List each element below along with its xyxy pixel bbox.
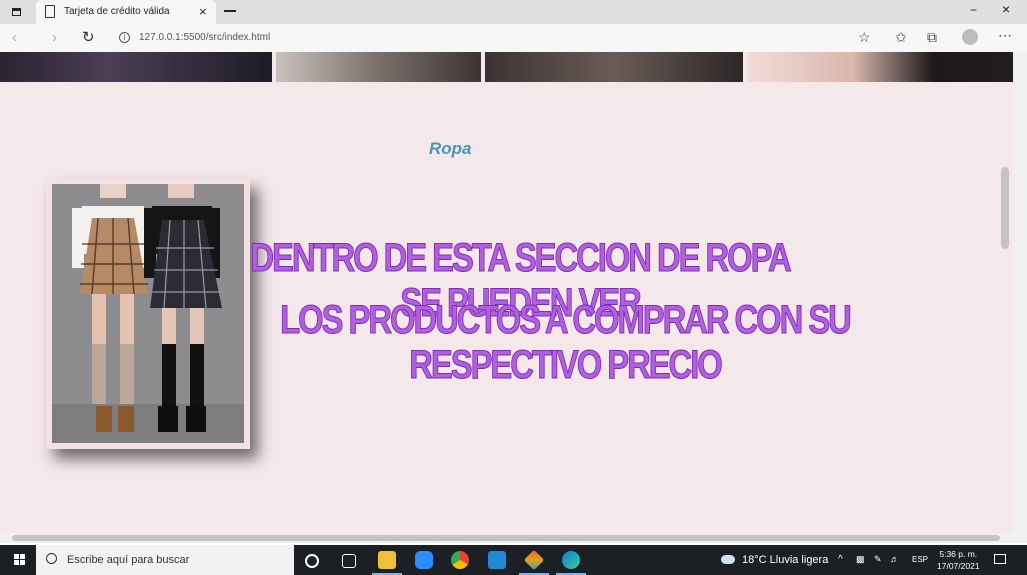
vertical-scroll-thumb[interactable] [1001,167,1009,249]
banner-image [276,52,481,82]
weather-text[interactable]: 18°C Lluvia ligera [742,554,828,566]
tab-close-button[interactable]: × [199,4,207,19]
banner-image-strip [0,52,1013,82]
collections-icon[interactable]: ⧉ [927,29,937,46]
clock-time: 5:36 p. m. [939,549,978,559]
banner-image [0,52,272,82]
chevron-up-icon[interactable]: ^ [838,554,843,565]
add-favorite-icon[interactable]: ☆ [858,29,871,46]
chrome-icon[interactable] [451,551,469,569]
tab-strip: Tarjeta de crédito válida × − × [0,0,1027,24]
minimize-button[interactable]: − [970,3,977,17]
profile-avatar[interactable] [962,29,978,45]
address-bar: ‹ › ↻ i 127.0.0.1:5500/src/index.html ☆ … [0,24,1027,53]
reload-icon[interactable]: ↻ [82,28,95,46]
windows-taskbar: Escribe aquí para buscar 18°C Lluvia lig… [0,545,1027,575]
favorites-icon[interactable]: ✩ [895,29,907,46]
page-icon [45,5,55,18]
weather-icon[interactable] [721,555,735,564]
task-view-icon[interactable] [342,554,356,568]
taskbar-search[interactable]: Escribe aquí para buscar [36,545,294,575]
headline-line-2: LOS PRODUCTOS A COMPRAR CON SU RESPECTIV… [280,298,853,388]
url-field[interactable]: 127.0.0.1:5500/src/index.html [139,32,270,43]
notifications-icon[interactable] [994,554,1006,564]
volume-icon[interactable]: ♬ [890,554,899,564]
close-window-button[interactable]: × [1002,1,1010,17]
taskbar-search-placeholder: Escribe aquí para buscar [67,554,190,566]
page-content: Ropa DENTRO DE ESTA SECCION DE ROPA SE P… [0,52,1013,533]
edge-icon[interactable] [562,551,580,569]
tab-actions-icon [12,8,21,16]
horizontal-scroll-thumb[interactable] [12,535,1000,541]
forward-icon[interactable]: › [52,29,57,46]
banner-image [747,52,1013,82]
taskbar-clock[interactable]: 5:36 p. m. 17/07/2021 [937,548,980,572]
git-icon[interactable] [523,549,545,571]
tab-title: Tarjeta de crédito válida [64,6,170,17]
vscode-icon[interactable] [488,551,506,569]
more-menu-icon[interactable]: ⋯ [998,27,1012,44]
language-indicator[interactable]: ESP [912,555,928,564]
file-explorer-icon[interactable] [378,551,396,569]
vertical-scrollbar[interactable] [1013,52,1027,533]
search-icon [46,553,57,564]
cortana-icon[interactable] [305,554,319,568]
section-title: Ropa [429,139,472,158]
clock-date: 17/07/2021 [937,561,980,571]
network-icon[interactable]: ▩ [856,554,865,565]
zoom-icon[interactable] [415,551,433,569]
banner-image [485,52,743,82]
tab-actions-button[interactable] [4,3,28,21]
browser-tab[interactable]: Tarjeta de crédito válida × [36,0,216,24]
info-icon[interactable]: i [119,32,130,43]
back-icon[interactable]: ‹ [12,29,17,46]
new-tab-button[interactable] [224,10,236,12]
pen-icon[interactable]: ✎ [874,554,882,565]
